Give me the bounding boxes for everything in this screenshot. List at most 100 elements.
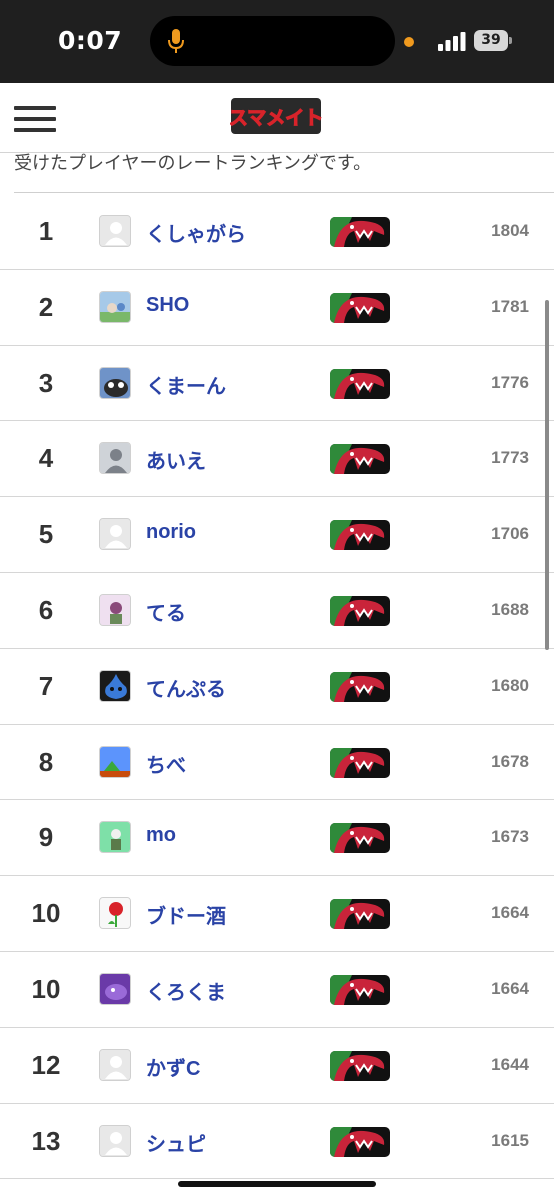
player-name-link[interactable]: かずC — [146, 1052, 200, 1081]
piranha-plant-icon — [330, 671, 390, 702]
piranha-plant-icon — [330, 595, 390, 626]
rating-value: 1678 — [491, 751, 529, 771]
dynamic-island — [150, 16, 395, 66]
ranking-row[interactable]: 4 あいえ 1773 — [0, 421, 554, 498]
person-silhouette-avatar[interactable] — [99, 442, 131, 475]
player-name-link[interactable]: てんぷる — [146, 673, 226, 702]
ranking-row[interactable]: 1 くしゃがら 1804 — [0, 194, 554, 270]
ranking-row[interactable]: 2 SHO 1781 — [0, 270, 554, 346]
rating-value: 1673 — [491, 827, 529, 847]
default-avatar-icon[interactable] — [99, 518, 131, 551]
ranking-row[interactable]: 7 てんぷる 1680 — [0, 649, 554, 725]
ranking-row[interactable]: 10 くろくま 1664 — [0, 952, 554, 1028]
hamburger-menu-icon[interactable] — [14, 104, 58, 134]
piranha-plant-icon — [330, 1050, 390, 1081]
player-name-link[interactable]: ブドー酒 — [146, 900, 226, 929]
rank-number: 8 — [38, 746, 54, 777]
logo-text: スマメイト — [230, 107, 322, 129]
piranha-plant-icon — [330, 671, 390, 702]
default-avatar-icon[interactable] — [99, 1048, 131, 1081]
rating-value: 1773 — [491, 448, 529, 468]
site-header: スマメイト — [0, 83, 554, 153]
status-bar: 0:07 39 — [0, 0, 554, 83]
piranha-plant-icon — [330, 1050, 390, 1081]
logo-graphic: スマメイト — [228, 98, 324, 134]
rating-value: 1688 — [491, 599, 529, 619]
site-logo[interactable]: スマメイト — [228, 96, 324, 136]
player-name-link[interactable]: シュピ — [146, 1128, 206, 1157]
piranha-plant-icon — [330, 899, 390, 930]
rank-number: 10 — [31, 973, 61, 1004]
rating-value: 1615 — [491, 1130, 529, 1150]
rank-number: 9 — [38, 822, 54, 853]
ranking-row[interactable]: 5 norio 1706 — [0, 497, 554, 573]
piranha-plant-icon — [330, 823, 390, 854]
ranking-row[interactable]: 12 かずC 1644 — [0, 1028, 554, 1104]
game-scene-avatar[interactable] — [99, 290, 131, 323]
piranha-plant-icon — [330, 444, 390, 475]
rank-number: 13 — [31, 1125, 61, 1156]
ranking-row[interactable]: 9 mo 1673 — [0, 800, 554, 877]
privacy-dot — [404, 37, 414, 47]
rank-number: 4 — [38, 443, 54, 474]
piranha-plant-icon — [330, 823, 390, 854]
green-character-avatar[interactable] — [99, 821, 131, 854]
rank-number: 5 — [38, 519, 54, 550]
player-name-link[interactable]: norio — [146, 521, 196, 544]
ranking-row[interactable]: 10 ブドー酒 1664 — [0, 876, 554, 952]
player-name-link[interactable]: SHO — [146, 294, 189, 317]
slime-avatar[interactable] — [99, 669, 131, 702]
rating-value: 1644 — [491, 1054, 529, 1074]
rating-value: 1804 — [491, 221, 529, 240]
piranha-plant-icon — [330, 520, 390, 551]
piranha-plant-icon — [330, 217, 390, 247]
pixel-landscape-avatar[interactable] — [99, 745, 131, 778]
status-time: 0:07 — [58, 26, 123, 55]
battery-icon: 39 — [474, 30, 508, 51]
microphone-icon — [168, 29, 184, 53]
piranha-plant-icon — [330, 444, 390, 475]
purple-character-avatar[interactable] — [99, 972, 131, 1005]
player-name-link[interactable]: くまーん — [146, 370, 226, 399]
character-avatar[interactable] — [99, 593, 131, 626]
player-name-link[interactable]: あいえ — [146, 445, 206, 474]
player-name-link[interactable]: くしゃがら — [146, 218, 246, 247]
piranha-plant-icon — [330, 1126, 390, 1157]
piranha-plant-icon — [330, 974, 390, 1005]
ranking-row[interactable]: 3 くまーん 1776 — [0, 346, 554, 422]
rank-number: 1 — [38, 216, 54, 246]
default-avatar-icon[interactable] — [99, 1124, 131, 1157]
piranha-plant-icon — [330, 368, 390, 399]
player-name-link[interactable]: mo — [146, 824, 176, 847]
rating-value: 1776 — [491, 372, 529, 392]
piranha-plant-icon — [330, 520, 390, 551]
player-name-link[interactable]: てる — [146, 597, 186, 626]
rank-number: 10 — [31, 898, 61, 929]
ranking-row[interactable]: 6 てる 1688 — [0, 573, 554, 649]
piranha-plant-icon — [330, 217, 390, 247]
battery-nub — [509, 37, 512, 44]
rank-number: 2 — [38, 291, 54, 322]
cellular-signal-icon — [438, 32, 466, 51]
scrollbar[interactable] — [545, 300, 549, 650]
ranking-row[interactable]: 13 シュピ 1615 — [0, 1104, 554, 1180]
home-indicator[interactable] — [178, 1181, 376, 1187]
player-name-link[interactable]: ちべ — [146, 749, 186, 778]
ranking-row[interactable]: 8 ちべ 1678 — [0, 725, 554, 801]
piranha-plant-icon — [330, 595, 390, 626]
rank-number: 7 — [38, 670, 54, 701]
rank-number: 6 — [38, 594, 54, 625]
piranha-plant-icon — [330, 747, 390, 778]
rating-value: 1664 — [491, 903, 529, 923]
default-avatar-icon[interactable] — [99, 215, 131, 247]
piranha-plant-icon — [330, 1126, 390, 1157]
piranha-plant-icon — [330, 292, 390, 323]
piranha-plant-icon — [330, 974, 390, 1005]
piranha-plant-icon — [330, 899, 390, 930]
rating-value: 1706 — [491, 524, 529, 544]
rating-value: 1781 — [491, 296, 529, 316]
player-name-link[interactable]: くろくま — [146, 976, 226, 1005]
piranha-plant-avatar[interactable] — [99, 897, 131, 930]
bear-avatar[interactable] — [99, 366, 131, 399]
rating-value: 1664 — [491, 978, 529, 998]
